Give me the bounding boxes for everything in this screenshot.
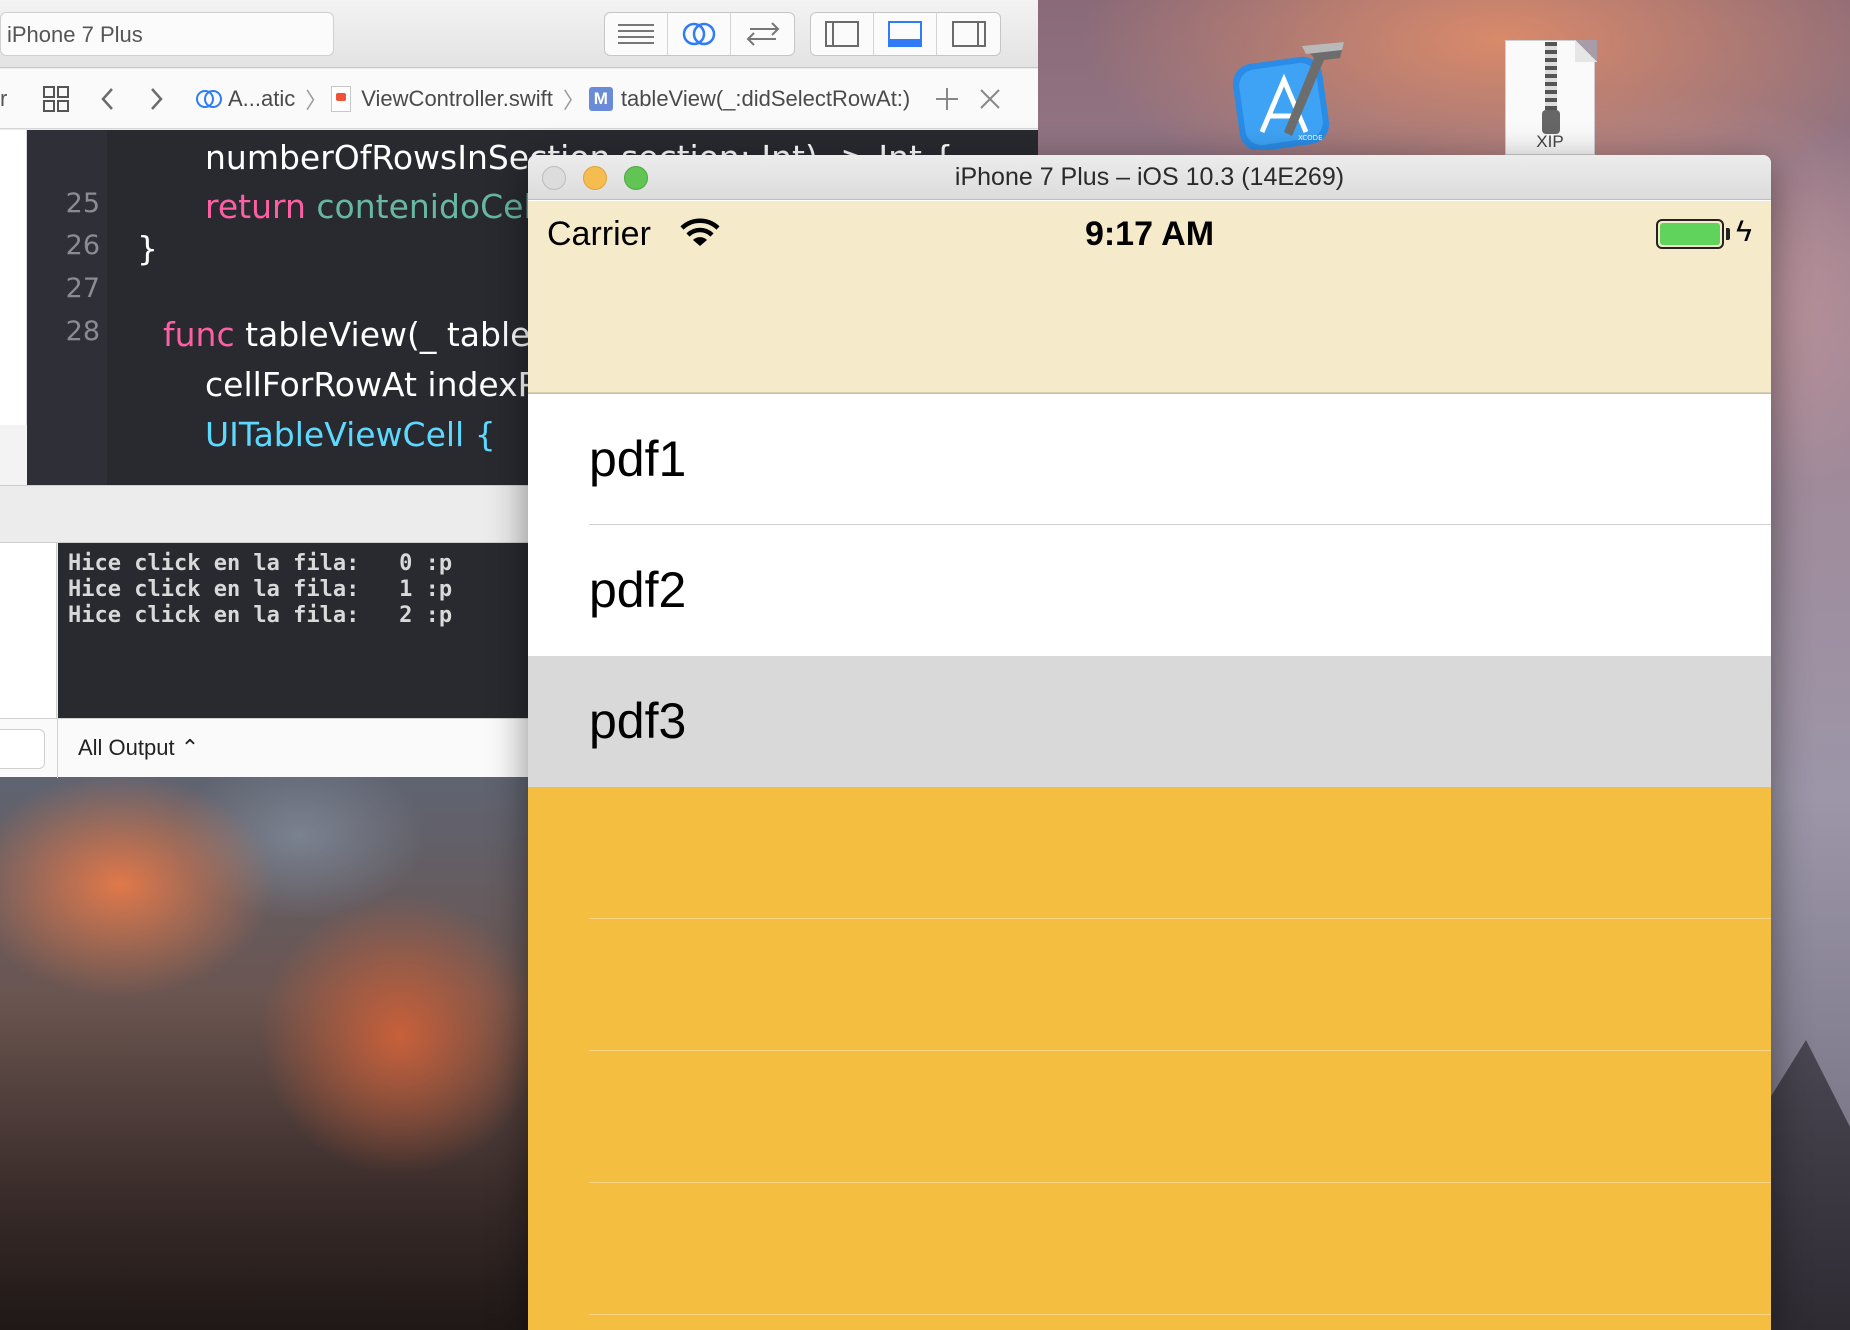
navigator-edge-lower [0,425,27,485]
line-number: 26 [65,230,100,261]
simulator-title-bar: iPhone 7 Plus – iOS 10.3 (14E269) [528,155,1771,200]
toggle-utilities-button[interactable] [937,13,1000,55]
row-label: pdf1 [589,431,687,487]
battery-icon [1656,219,1724,249]
footer-divider [57,719,58,778]
standard-editor-button[interactable] [605,13,668,55]
xcode-toolbar: iPhone 7 Plus [0,0,1038,68]
jumpbar-folder[interactable]: A...atic [194,85,295,113]
simulator-title: iPhone 7 Plus – iOS 10.3 (14E269) [954,163,1345,191]
battery-tip [1726,228,1730,240]
console-line: Hice click en la fila: 0 :p [68,551,453,576]
table-row[interactable]: pdf2 [528,525,1771,656]
simulator-window: iPhone 7 Plus – iOS 10.3 (14E269) Carrie… [528,155,1771,1330]
path-separator-icon: 〉 [562,87,585,113]
line-number: 27 [65,273,100,304]
console-output[interactable]: Hice click en la fila: 0 :p Hice click en… [58,543,530,718]
left-panel-icon [825,21,859,47]
method-badge-icon: M [588,86,613,111]
lines-icon [618,24,654,44]
console-line: Hice click en la fila: 1 :p [68,577,453,602]
empty-row-separator [589,1050,1771,1051]
debug-bar [0,485,530,543]
panel-toggle-control [810,12,1001,56]
jumpbar-file[interactable]: ViewController.swift [331,85,553,112]
navigation-bar: Carrier 9:17 AM ϟ [528,201,1771,393]
navigator-edge-glyph: r [0,85,8,111]
assistant-icon [682,22,716,46]
device-screen: Carrier 9:17 AM ϟ pdf1 pdf2 pdf3 [528,201,1771,1330]
swap-arrows-icon [746,22,779,46]
variables-filter-field[interactable] [0,729,45,769]
status-time: 9:17 AM [1084,215,1215,253]
wallpaper-mountain [0,775,530,1330]
jumpbar-method[interactable]: M tableView(_:didSelectRowAt:) [588,85,911,112]
toggle-navigator-button[interactable] [811,13,874,55]
toggle-debug-area-button[interactable] [874,13,937,55]
jumpbar-folder-label: A...atic [228,85,296,111]
output-filter-popup[interactable]: All Output ⌃ [78,735,199,761]
back-chevron-icon[interactable] [98,85,118,113]
bottom-panel-icon [888,21,922,47]
row-label: pdf2 [589,562,687,618]
close-editor-icon[interactable] [978,87,1002,111]
window-minimize-button[interactable] [583,166,607,190]
jumpbar-file-label: ViewController.swift [361,85,553,111]
version-editor-button[interactable] [731,13,794,55]
editor-mode-control [604,12,795,56]
empty-row-separator [589,918,1771,919]
swift-file-icon [331,85,352,112]
add-editor-icon[interactable] [934,86,960,112]
forward-chevron-icon[interactable] [146,85,166,113]
code-line-26: } [137,229,158,268]
scheme-selector[interactable]: iPhone 7 Plus [0,12,334,56]
empty-row-separator [589,1314,1771,1315]
console-line: Hice click en la fila: 2 :p [68,603,453,628]
line-number: 28 [65,316,100,347]
row-label: pdf3 [589,693,687,749]
xip-file-label: XIP [1536,132,1564,151]
xip-file-icon[interactable]: XIP [1505,40,1597,155]
variables-view[interactable] [0,543,57,718]
related-items-icon[interactable] [42,85,70,113]
table-row-selected[interactable]: pdf3 [528,656,1771,787]
assistant-editor-button[interactable] [668,13,731,55]
jumpbar-method-label: tableView(_:didSelectRowAt:) [620,85,911,111]
path-separator-icon: 〉 [305,87,328,113]
status-bar: Carrier 9:17 AM ϟ [528,201,1771,261]
window-close-button[interactable] [542,166,566,190]
line-number: 25 [65,188,100,219]
line-number-gutter [27,130,107,485]
empty-row-separator [589,1182,1771,1183]
jump-bar: r A...atic 〉 ViewController.swift 〉 M ta… [0,69,1038,129]
charging-bolt-icon: ϟ [1736,215,1752,248]
xcode-app-icon[interactable]: XCODE [1232,40,1350,152]
xcode-icon-text: XCODE [1298,134,1323,142]
right-panel-icon [951,21,986,47]
console-footer: All Output ⌃ [0,718,530,778]
table-row[interactable]: pdf1 [528,394,1771,525]
code-line-30: UITableViewCell { [205,415,496,454]
window-zoom-button[interactable] [624,166,648,190]
workspace-icon [196,89,222,108]
